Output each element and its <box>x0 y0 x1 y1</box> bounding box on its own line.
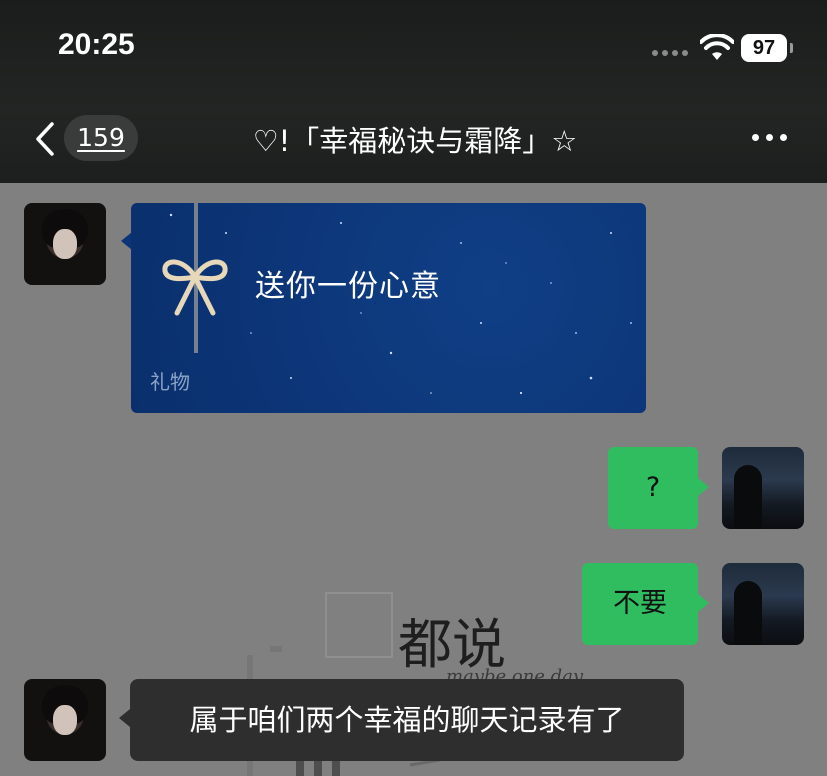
gift-message-text: 送你一份心意 <box>255 269 441 304</box>
unread-count-badge[interactable]: 159 <box>64 115 138 161</box>
battery-indicator: 97 <box>741 34 787 62</box>
sent-message-bubble[interactable]: ? <box>608 447 698 529</box>
bubble-tail <box>119 709 130 727</box>
gift-type-label: 礼物 <box>150 370 190 394</box>
bubble-tail <box>698 594 709 612</box>
my-avatar[interactable] <box>722 447 804 529</box>
battery-tip-icon <box>790 43 793 53</box>
gift-card-message[interactable]: 送你一份心意 礼物 <box>131 203 646 413</box>
status-time: 20:25 <box>58 28 135 61</box>
gift-bow-icon <box>162 259 228 316</box>
sent-message-bubble[interactable]: 不要 <box>582 563 698 645</box>
contact-avatar[interactable] <box>24 203 106 285</box>
back-arrow-icon[interactable] <box>34 121 56 157</box>
cellular-signal-icon <box>652 50 688 56</box>
top-bar: 20:25 97 159 ♡!「幸福秘诀与霜降」☆ <box>0 0 827 183</box>
received-message-bubble[interactable]: 属于咱们两个幸福的聊天记录有了 <box>130 679 684 761</box>
my-avatar[interactable] <box>722 563 804 645</box>
bubble-tail <box>698 478 709 496</box>
chat-title: ♡!「幸福秘诀与霜降」☆ <box>252 124 578 158</box>
more-options-icon[interactable] <box>752 134 787 141</box>
wifi-icon <box>700 34 734 60</box>
contact-avatar[interactable] <box>24 679 106 761</box>
